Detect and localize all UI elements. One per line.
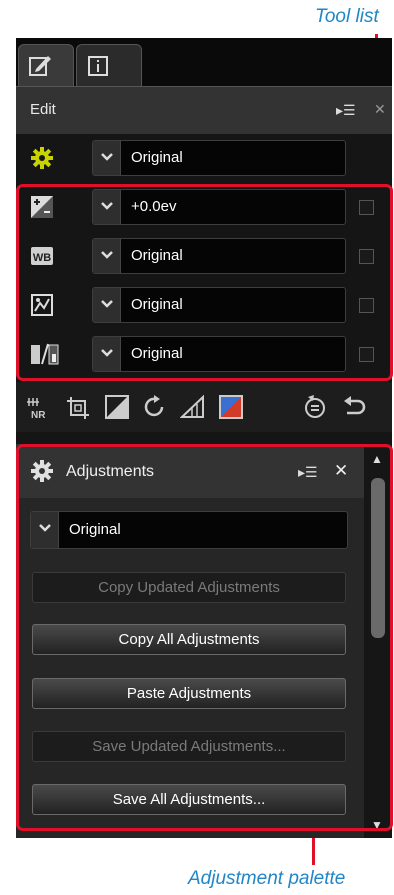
tool-list-highlight [16, 184, 393, 381]
tool-row-gear: Original [16, 134, 392, 183]
gear-dropdown[interactable]: Original [92, 140, 346, 176]
tab-info[interactable] [76, 44, 142, 86]
undo-icon[interactable] [342, 394, 368, 420]
tool-list-callout: Tool list [315, 6, 379, 27]
crop-icon[interactable] [66, 394, 92, 420]
straighten-icon[interactable] [180, 394, 206, 420]
adjustment-palette-highlight [16, 444, 393, 831]
rotate-icon[interactable] [142, 394, 168, 420]
tab-edit[interactable] [18, 44, 74, 86]
close-icon[interactable]: ✕ [374, 101, 386, 118]
palette-menu-icon[interactable]: ▸☰ [336, 102, 356, 119]
edit-icon [29, 56, 51, 76]
edit-header: Edit ▸☰ ✕ [16, 86, 392, 134]
tab-strip [16, 38, 392, 86]
tool-bar: NR [16, 382, 392, 432]
svg-text:NR: NR [31, 410, 46, 420]
noise-reduction-icon[interactable]: NR [26, 394, 52, 420]
adjustment-palette-callout: Adjustment palette [188, 868, 346, 889]
levels-icon[interactable] [104, 394, 130, 420]
chevron-down-icon [93, 141, 121, 175]
settings-gear-icon [31, 147, 53, 169]
dropdown-value: Original [131, 149, 183, 166]
edit-title: Edit [30, 101, 56, 118]
color-balance-icon[interactable] [218, 394, 244, 420]
step-back-icon[interactable] [302, 394, 328, 420]
info-icon [88, 56, 108, 76]
